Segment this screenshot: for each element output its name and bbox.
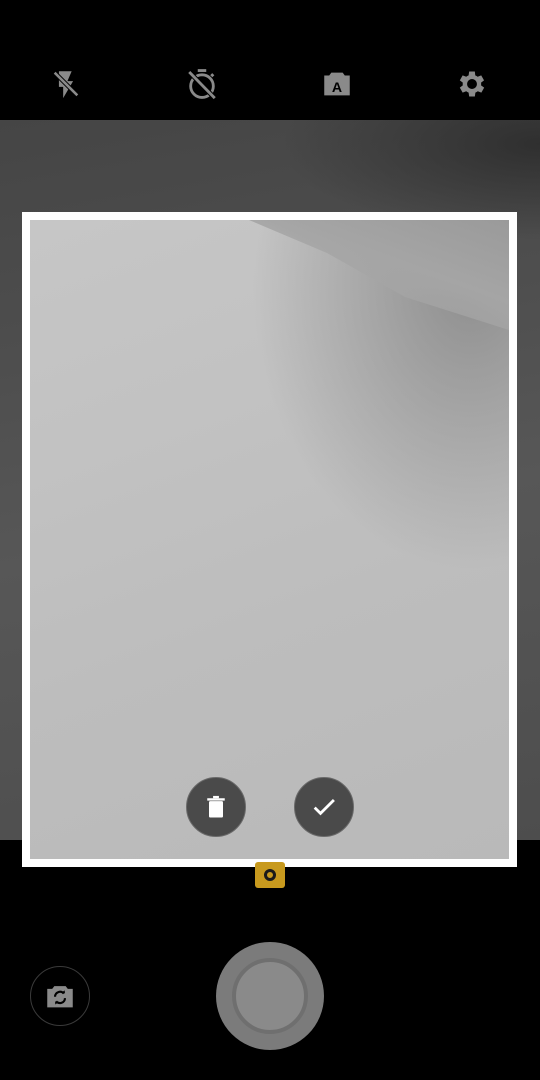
photo-mode-indicator[interactable] bbox=[255, 862, 285, 888]
trash-icon bbox=[207, 795, 225, 818]
checkmark-icon bbox=[313, 799, 335, 816]
flash-off-icon[interactable] bbox=[44, 62, 88, 106]
auto-scene-icon[interactable]: A bbox=[315, 62, 359, 106]
captured-photo-preview bbox=[22, 212, 517, 867]
photo-mode-icon bbox=[264, 869, 276, 881]
switch-camera-icon bbox=[47, 986, 73, 1008]
auto-scene-letter: A bbox=[332, 80, 342, 96]
confirm-photo-button[interactable] bbox=[294, 777, 354, 837]
camera-top-bar: A bbox=[0, 0, 540, 120]
timer-off-icon[interactable] bbox=[180, 62, 224, 106]
shutter-aperture-icon bbox=[232, 958, 308, 1034]
settings-icon[interactable] bbox=[450, 62, 494, 106]
switch-camera-button[interactable] bbox=[30, 966, 90, 1026]
shutter-button[interactable] bbox=[216, 942, 324, 1050]
captured-photo bbox=[30, 220, 509, 859]
delete-photo-button[interactable] bbox=[186, 777, 246, 837]
